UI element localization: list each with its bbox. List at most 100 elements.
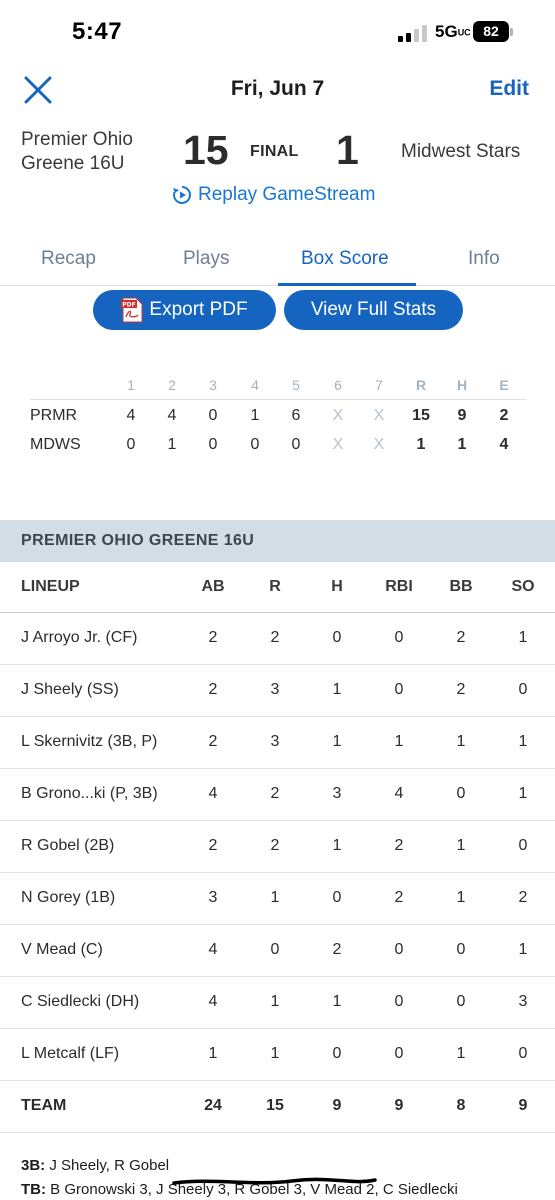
stat-cell: 1 [332, 837, 342, 854]
export-pdf-button[interactable]: PDF Export PDF [93, 290, 276, 330]
inning-score: X [373, 436, 385, 453]
inning-score: 0 [208, 407, 218, 424]
stat-cell: 2 [270, 785, 280, 802]
player-name[interactable]: L Skernivitz (3B, P) [21, 733, 157, 751]
player-name[interactable]: V Mead (C) [21, 941, 103, 959]
line-score-table: 1 2 3 4 5 6 7 R H E PRMR 4 4 0 1 6 X X 1… [30, 370, 526, 458]
pdf-file-icon: PDF [121, 297, 143, 323]
total-errors: 4 [499, 436, 509, 453]
stat-cell: 0 [456, 993, 466, 1010]
battery-tip [510, 28, 513, 36]
inning-header: 5 [292, 377, 300, 393]
inning-score: X [332, 436, 344, 453]
battery-icon: 82 [473, 21, 509, 42]
stat-cell: 1 [270, 1045, 280, 1062]
player-name[interactable]: N Gorey (1B) [21, 889, 115, 907]
column-header[interactable]: BB [441, 578, 481, 596]
note-label: TB: [21, 1181, 46, 1198]
tab-plays[interactable]: Plays [183, 248, 229, 270]
total-runs: 1 [416, 436, 426, 453]
stat-cell: 15 [266, 1097, 284, 1114]
stat-cell: 4 [394, 785, 404, 802]
player-name[interactable]: B Grono...ki (P, 3B) [21, 785, 158, 803]
stat-cell: 2 [208, 681, 218, 698]
inning-score: 0 [291, 436, 301, 453]
table-row[interactable]: B Grono...ki (P, 3B) 4 2 3 4 0 1 [0, 769, 555, 821]
table-row[interactable]: R Gobel (2B) 2 2 1 2 1 0 [0, 821, 555, 873]
runs-header: R [415, 377, 427, 393]
triples-note: 3B: J Sheely, R Gobel [21, 1154, 541, 1178]
stat-cell: 3 [208, 889, 218, 906]
active-tab-indicator [278, 283, 416, 286]
export-pdf-label: Export PDF [149, 299, 248, 320]
stat-cell: 0 [332, 629, 342, 646]
table-row[interactable]: L Skernivitz (3B, P) 2 3 1 1 1 1 [0, 717, 555, 769]
total-runs: 15 [412, 407, 430, 424]
stat-cell: 0 [394, 629, 404, 646]
stat-cell: 1 [270, 993, 280, 1010]
stat-cell: 1 [456, 837, 466, 854]
stat-cell: 1 [456, 889, 466, 906]
away-team-score: 1 [336, 127, 359, 173]
status-bar: 5:47 5GUC 82 [0, 0, 555, 66]
column-header: LINEUP [21, 578, 80, 595]
inning-score: 1 [250, 407, 260, 424]
table-row[interactable]: V Mead (C) 4 0 2 0 0 1 [0, 925, 555, 977]
team-section-header: PREMIER OHIO GREENE 16U [0, 520, 555, 562]
edit-button[interactable]: Edit [489, 77, 529, 101]
tab-box-score[interactable]: Box Score [301, 248, 389, 270]
player-name[interactable]: C Siedlecki (DH) [21, 993, 139, 1011]
inning-score: 4 [126, 407, 136, 424]
column-header[interactable]: AB [193, 578, 233, 596]
column-header[interactable]: SO [503, 578, 543, 596]
player-name[interactable]: R Gobel (2B) [21, 837, 114, 855]
stat-cell: 0 [456, 785, 466, 802]
tab-info[interactable]: Info [468, 248, 500, 270]
inning-header: 2 [168, 377, 176, 393]
stat-cell: 0 [394, 681, 404, 698]
stat-cell: 1 [518, 629, 528, 646]
tab-recap[interactable]: Recap [41, 248, 96, 270]
column-header[interactable]: RBI [379, 578, 419, 596]
status-time: 5:47 [72, 18, 123, 45]
stat-cell: 9 [518, 1097, 528, 1114]
close-button[interactable] [22, 74, 54, 106]
team-total-row[interactable]: TEAM 24 15 9 9 8 9 [0, 1081, 555, 1133]
column-header[interactable]: H [317, 578, 357, 596]
inning-header: 7 [375, 377, 383, 393]
table-row[interactable]: J Sheely (SS) 2 3 1 0 2 0 [0, 665, 555, 717]
stat-cell: 2 [332, 941, 342, 958]
stat-cell: 2 [456, 681, 466, 698]
inning-score: 0 [126, 436, 136, 453]
inning-header: 1 [127, 377, 135, 393]
stat-cell: 24 [204, 1097, 222, 1114]
player-name[interactable]: J Arroyo Jr. (CF) [21, 629, 137, 647]
stat-cell: 0 [394, 1045, 404, 1062]
stat-cell: 4 [208, 993, 218, 1010]
stat-cell: 2 [394, 889, 404, 906]
away-team-name: Midwest Stars [401, 141, 521, 162]
close-x-icon [24, 76, 52, 104]
column-header[interactable]: R [255, 578, 295, 596]
total-errors: 2 [499, 407, 509, 424]
stat-cell: 1 [332, 681, 342, 698]
home-team-score: 15 [183, 127, 229, 173]
stat-cell: 2 [270, 837, 280, 854]
table-row[interactable]: N Gorey (1B) 3 1 0 2 1 2 [0, 873, 555, 925]
network-indicator: 5GUC [435, 22, 471, 42]
network-type: 5G [435, 22, 458, 41]
hits-header: H [456, 377, 468, 393]
stat-cell: 1 [332, 733, 342, 750]
player-name[interactable]: J Sheely (SS) [21, 681, 119, 699]
table-row[interactable]: C Siedlecki (DH) 4 1 1 0 0 3 [0, 977, 555, 1029]
redaction-scribble [172, 1177, 377, 1185]
view-full-stats-button[interactable]: View Full Stats [284, 290, 463, 330]
stat-cell: 3 [518, 993, 528, 1010]
table-row[interactable]: J Arroyo Jr. (CF) 2 2 0 0 2 1 [0, 613, 555, 665]
table-row[interactable]: L Metcalf (LF) 1 1 0 0 1 0 [0, 1029, 555, 1081]
player-name[interactable]: L Metcalf (LF) [21, 1045, 119, 1063]
replay-gamestream-link[interactable]: Replay GameStream [172, 184, 375, 206]
box-header-row: LINEUP AB R H RBI BB SO [0, 562, 555, 613]
line-score-row-away: MDWS 0 1 0 0 0 X X 1 1 4 [30, 429, 526, 458]
stat-cell: 0 [518, 1045, 528, 1062]
